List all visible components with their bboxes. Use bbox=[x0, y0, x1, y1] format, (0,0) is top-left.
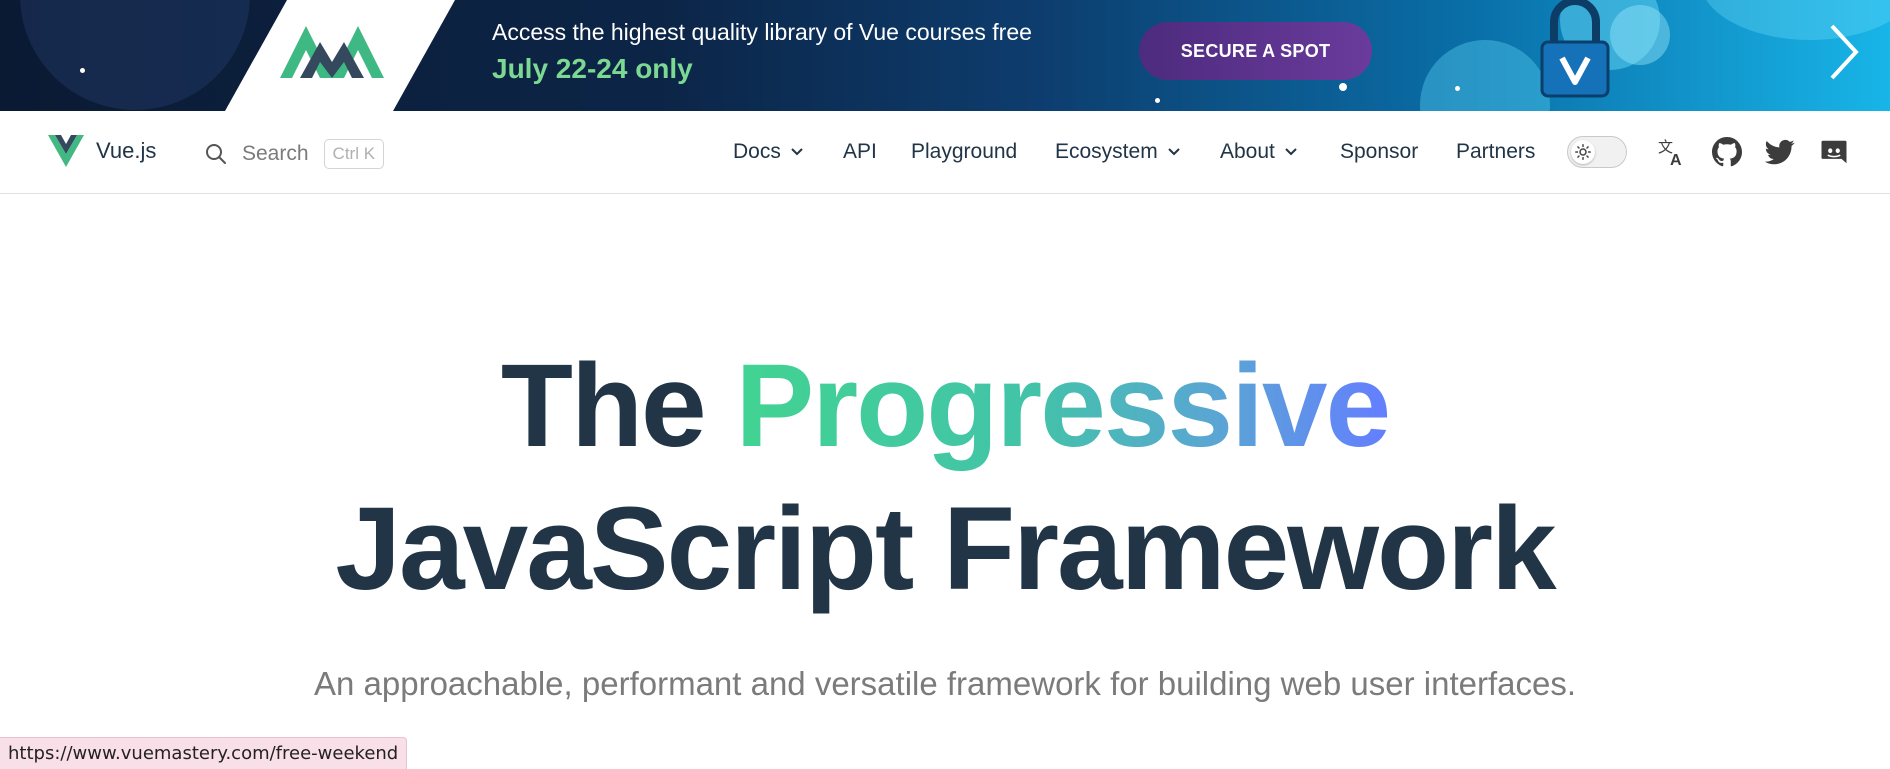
chevron-down-icon bbox=[791, 148, 803, 156]
github-icon[interactable] bbox=[1712, 137, 1742, 167]
nav-item-docs-label: Docs bbox=[733, 140, 781, 163]
search-icon bbox=[206, 144, 226, 164]
chevron-down-icon bbox=[1285, 148, 1297, 156]
brand-link[interactable]: Vue.js bbox=[48, 135, 156, 167]
decor-dot bbox=[80, 68, 85, 73]
chevron-right-icon[interactable] bbox=[1826, 22, 1862, 82]
nav-item-about[interactable]: About bbox=[1220, 111, 1298, 193]
nav-item-docs[interactable]: Docs bbox=[733, 111, 804, 193]
svg-text:A: A bbox=[1670, 152, 1682, 167]
link-status-preview: https://www.vuemastery.com/free-weekend bbox=[0, 737, 408, 769]
theme-toggle-knob bbox=[1571, 140, 1595, 164]
brand-name: Vue.js bbox=[96, 138, 157, 163]
theme-toggle[interactable] bbox=[1567, 136, 1627, 168]
nav-item-sponsor[interactable]: Sponsor bbox=[1340, 111, 1418, 193]
nav-item-partners-label: Partners bbox=[1456, 140, 1536, 163]
vuemastery-logo bbox=[280, 26, 384, 78]
sun-icon bbox=[1575, 144, 1591, 160]
secure-spot-button[interactable]: SECURE A SPOT bbox=[1139, 22, 1372, 80]
decor-bubble bbox=[1610, 5, 1670, 65]
hero-tagline: An approachable, performant and versatil… bbox=[314, 665, 1576, 702]
nav-item-ecosystem-label: Ecosystem bbox=[1055, 140, 1158, 163]
hero-title-line1: The Progressive bbox=[0, 338, 1890, 474]
vue-logo-icon bbox=[48, 135, 84, 167]
vuemastery-logo-plate bbox=[225, 0, 455, 111]
promo-headline: Access the highest quality library of Vu… bbox=[492, 19, 1032, 45]
decor-bubble bbox=[20, 0, 250, 110]
hero-title-progressive: Progressive bbox=[735, 340, 1391, 472]
decor-bubble bbox=[1420, 40, 1550, 111]
top-navbar: Vue.js Search Ctrl K Docs API Playground… bbox=[0, 111, 1890, 194]
search-button[interactable]: Search Ctrl K bbox=[204, 139, 385, 169]
nav-item-ecosystem[interactable]: Ecosystem bbox=[1055, 111, 1181, 193]
decor-dot bbox=[1339, 83, 1347, 91]
nav-item-playground-label: Playground bbox=[911, 140, 1018, 163]
hero-title-line2: JavaScript Framework bbox=[335, 483, 1556, 615]
chevron-down-icon bbox=[1167, 148, 1180, 156]
nav-item-about-label: About bbox=[1220, 140, 1275, 163]
decor-dot bbox=[1455, 86, 1460, 91]
promo-text: Access the highest quality library of Vu… bbox=[492, 19, 1032, 85]
nav-item-partners[interactable]: Partners bbox=[1456, 111, 1535, 193]
promo-date: July 22-24 only bbox=[492, 53, 693, 84]
nav-item-sponsor-label: Sponsor bbox=[1340, 140, 1419, 163]
discord-icon[interactable] bbox=[1819, 137, 1849, 167]
nav-item-api[interactable]: API bbox=[843, 111, 877, 193]
twitter-icon[interactable] bbox=[1765, 137, 1795, 167]
nav-item-playground[interactable]: Playground bbox=[911, 111, 1017, 193]
hero-title-the: The bbox=[500, 340, 707, 472]
translate-icon[interactable]: 文 A bbox=[1657, 137, 1687, 167]
promo-banner[interactable]: Access the highest quality library of Vu… bbox=[0, 0, 1890, 111]
search-shortcut-hint: Ctrl K bbox=[323, 139, 385, 169]
lock-icon bbox=[1540, 0, 1610, 98]
nav-item-api-label: API bbox=[843, 140, 877, 163]
decor-dot bbox=[1155, 98, 1160, 103]
search-label: Search bbox=[242, 142, 309, 165]
